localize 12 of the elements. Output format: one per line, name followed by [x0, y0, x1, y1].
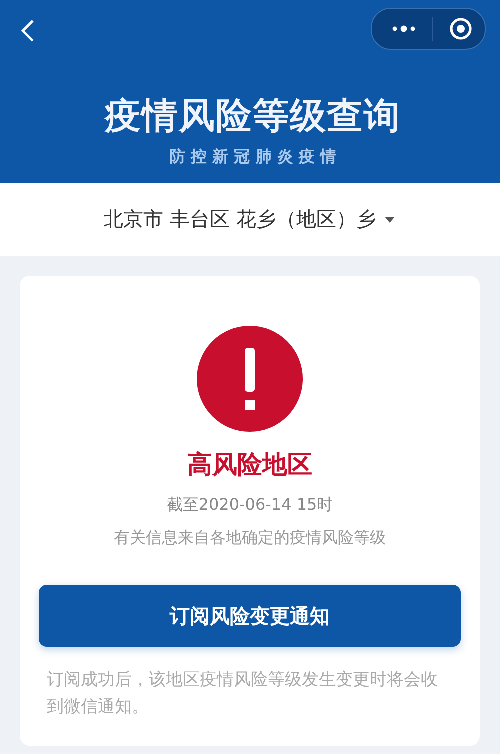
dropdown-caret-icon — [384, 216, 396, 224]
risk-level: 高风险地区 — [188, 449, 312, 481]
more-icon[interactable] — [392, 24, 416, 34]
source-note: 有关信息来自各地确定的疫情风险等级 — [114, 528, 386, 549]
location-selector[interactable]: 北京市 丰台区 花乡（地区）乡 — [0, 183, 500, 256]
update-time: 截至2020-06-14 15时 — [166, 495, 334, 516]
subscribe-note: 订阅成功后，该地区疫情风险等级发生变更时将会收到微信通知。 — [46, 669, 439, 719]
alert-icon — [197, 326, 303, 432]
page-title: 疫情风险等级查询 — [105, 95, 401, 139]
subscribe-button[interactable]: 订阅风险变更通知 — [39, 585, 461, 647]
page-subtitle: 防 控 新 冠 肺 炎 疫 情 — [170, 147, 336, 168]
back-icon[interactable] — [20, 19, 36, 43]
